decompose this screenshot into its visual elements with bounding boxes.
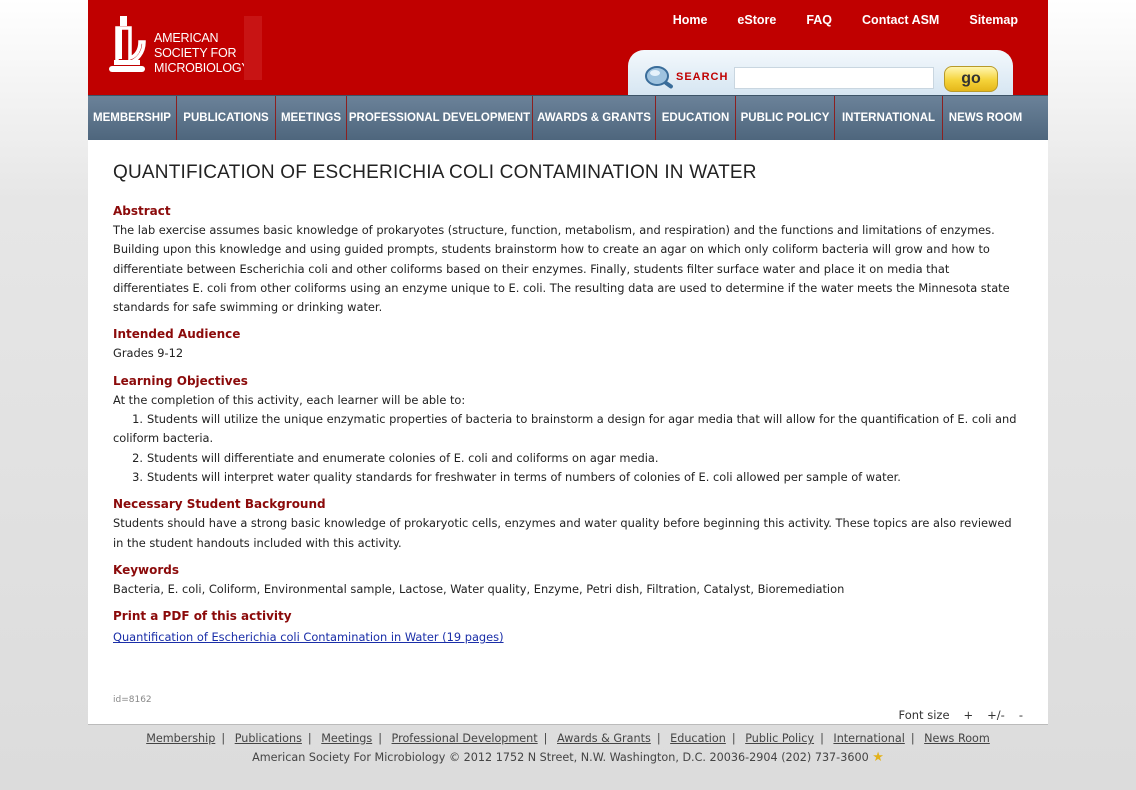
logo-line-3: MICROBIOLOGY [154,61,250,75]
magnifier-icon [645,66,673,89]
audience-heading: Intended Audience [113,327,241,342]
footer-link-membership[interactable]: Membership [146,732,215,745]
objective-text: Students will interpret water quality st… [147,469,901,484]
nav-public-policy[interactable]: PUBLIC POLICY [736,96,835,140]
nav-meetings[interactable]: MEETINGS [276,96,347,140]
star-icon: ★ [872,750,884,765]
nav-membership[interactable]: MEMBERSHIP [88,96,177,140]
footer-link-education[interactable]: Education [670,732,726,745]
font-increase-button[interactable]: + [964,708,974,722]
list-item: 1. Students will utilize the unique enzym… [113,412,1017,446]
abstract-heading: Abstract [113,204,171,218]
toplink-faq[interactable]: FAQ [806,13,832,27]
font-reset-button[interactable]: +/- [987,708,1005,722]
objectives-intro: At the completion of this activity, each… [113,392,466,407]
logo-wordmark: AMERICAN SOCIETY FOR MICROBIOLOGY [154,31,250,76]
font-decrease-button[interactable]: - [1019,708,1023,722]
footer-link-news-room[interactable]: News Room [924,732,990,745]
audience-text: Grades 9-12 [113,346,184,361]
asm-logo[interactable]: AMERICAN SOCIETY FOR MICROBIOLOGY [106,16,262,80]
main-nav: MEMBERSHIP PUBLICATIONS MEETINGS PROFESS… [88,95,1048,140]
list-item: 2. Students will differentiate and enumer… [132,450,659,465]
keywords-text: Bacteria, E. coli, Coliform, Environment… [113,581,845,596]
objectives-heading: Learning Objectives [113,373,248,388]
nav-education[interactable]: EDUCATION [656,96,736,140]
copyright-line: American Society For Microbiology © 2012… [88,750,1048,765]
nav-international[interactable]: INTERNATIONAL [835,96,943,140]
logo-line-2: SOCIETY FOR [154,46,237,60]
footer-nav: Membership | Publications | Meetings | Prof… [146,732,990,745]
font-size-control: Font size + +/- - [899,708,1023,722]
objective-text: Students will differentiate and enumerat… [147,450,659,465]
toplink-estore[interactable]: eStore [737,13,776,27]
footer-link-public-policy[interactable]: Public Policy [745,732,814,745]
main-content: QUANTIFICATION OF ESCHERICHIA COLI CONTA… [88,140,1048,724]
toplink-contact[interactable]: Contact ASM [862,13,939,27]
pdf-heading: Print a PDF of this activity [113,609,292,624]
search-label: SEARCH [676,71,729,83]
nav-professional-development[interactable]: PROFESSIONAL DEVELOPMENT [347,96,533,140]
nav-publications[interactable]: PUBLICATIONS [177,96,276,140]
site-footer: Membership | Publications | Meetings | Prof… [88,724,1048,765]
logo-line-1: AMERICAN [154,31,219,45]
page: AMERICAN SOCIETY FOR MICROBIOLOGY Home e… [88,0,1048,765]
abstract-text: The lab exercise assumes basic knowledge… [113,223,1010,315]
background-heading: Necessary Student Background [113,497,326,512]
logo-divider [244,16,262,80]
footer-link-meetings[interactable]: Meetings [321,732,372,745]
toplink-sitemap[interactable]: Sitemap [969,13,1018,27]
footer-link-publications[interactable]: Publications [235,732,302,745]
microscope-icon [109,16,146,72]
nav-news-room[interactable]: NEWS ROOM [943,96,1028,140]
objectives-list: 1. Students will utilize the unique enzym… [113,410,1023,487]
page-title: QUANTIFICATION OF ESCHERICHIA COLI CONTA… [113,162,757,183]
footer-link-professional-development[interactable]: Professional Development [392,732,538,745]
copyright-text: American Society For Microbiology © 2012… [252,751,869,764]
search-go-button[interactable]: go [944,66,998,92]
font-size-label: Font size [898,708,950,722]
background-text: Students should have a strong basic know… [113,516,1012,550]
list-item: 3. Students will interpret water quality … [132,469,901,484]
footer-link-awards-grants[interactable]: Awards & Grants [557,732,651,745]
footer-link-international[interactable]: International [833,732,904,745]
utility-nav: Home eStore FAQ Contact ASM Sitemap [643,13,1018,27]
toplink-home[interactable]: Home [673,13,708,27]
search-input[interactable] [734,67,934,89]
pdf-link[interactable]: Quantification of Escherichia coli Conta… [113,630,504,644]
keywords-heading: Keywords [113,562,180,577]
objective-text: Students will utilize the unique enzymat… [113,412,1017,446]
nav-awards-grants[interactable]: AWARDS & GRANTS [533,96,656,140]
search-panel: SEARCH go [628,50,1013,95]
site-header: AMERICAN SOCIETY FOR MICROBIOLOGY Home e… [88,0,1048,95]
document-id: id=8162 [113,695,152,705]
